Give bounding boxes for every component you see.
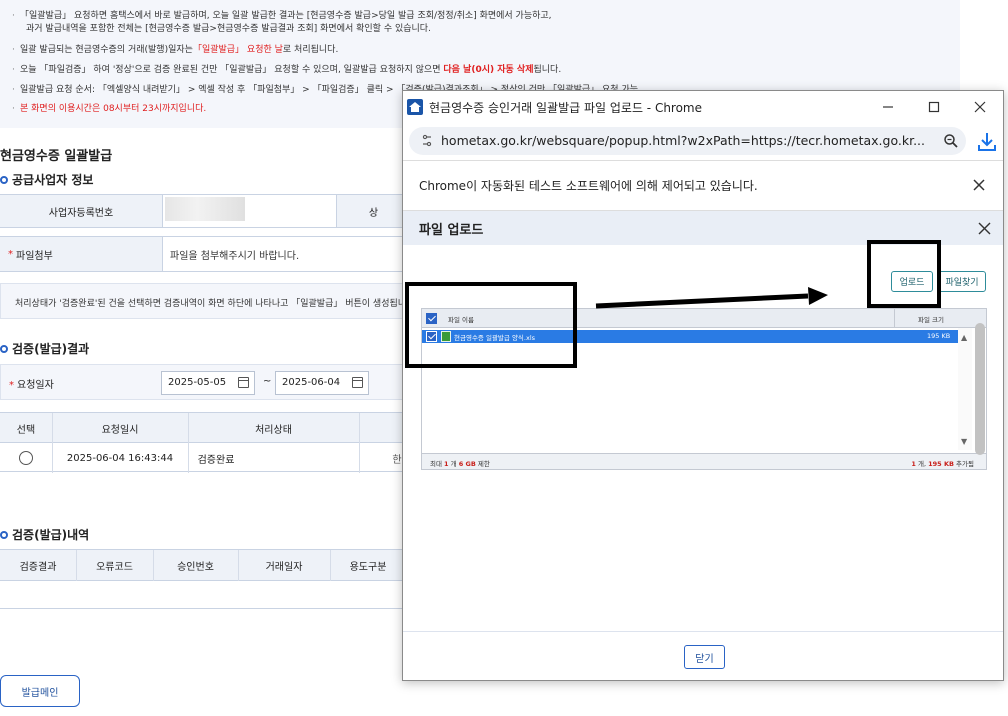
- section-bullet-icon: [0, 344, 8, 353]
- section-bullet-icon: [0, 530, 8, 539]
- col-trade-date: 거래일자: [265, 561, 303, 573]
- close-button[interactable]: 닫기: [684, 645, 725, 669]
- annotation-box-upload: [867, 240, 941, 308]
- detail-table: 검증결과 오류코드 승인번호 거래일자 용도구분: [0, 549, 410, 609]
- scroll-down-icon[interactable]: ▼: [961, 437, 967, 446]
- url-text: hometax.go.kr/websquare/popup.html?w2xPa…: [441, 133, 925, 148]
- window-title: 현금영수증 승인거래 일괄발급 파일 업로드 - Chrome: [429, 101, 703, 115]
- file-size: 195 KB: [927, 332, 951, 340]
- biz-no-value-redacted: [165, 197, 245, 221]
- row-request-time: 2025-06-04 16:43:44: [66, 452, 174, 464]
- biz-name-label: 상: [336, 195, 410, 227]
- dialog-scrollbar[interactable]: [975, 323, 985, 455]
- col-select: 선택: [16, 424, 36, 436]
- biz-no-label: 사업자등록번호: [0, 195, 163, 227]
- date-range-tilde: ~: [263, 376, 272, 387]
- scroll-up-icon[interactable]: ▲: [961, 333, 967, 342]
- dialog-close-icon[interactable]: [973, 217, 995, 239]
- file-attach-label: * 파일첨부: [0, 237, 163, 271]
- col-error-code: 오류코드: [96, 561, 133, 573]
- date-from-input[interactable]: 2025-05-05: [161, 371, 255, 395]
- col-purpose: 용도구분: [349, 561, 387, 573]
- site-info-icon[interactable]: [421, 127, 433, 155]
- section-supplier-title: 공급사업자 정보: [0, 171, 93, 188]
- calendar-icon[interactable]: [352, 377, 363, 388]
- dialog-footer: 닫기: [403, 631, 1003, 680]
- col-status: 처리상태: [255, 424, 292, 436]
- col-request-time: 요청일시: [101, 424, 139, 436]
- annotation-arrow-icon: [595, 287, 828, 309]
- notice-line-1: · 「일괄발급」 요청하면 홈택스에서 바로 발급하며, 오늘 일괄 발급한 결과…: [12, 11, 552, 21]
- status-note: 처리상태가 '검증완료'된 건을 선택하면 검증내역이 화면 하단에 나타나고 …: [0, 283, 410, 319]
- supplier-info-table: 사업자등록번호 상: [0, 194, 410, 228]
- annotation-box-file: [405, 282, 577, 368]
- col-file-size: 파일 크기: [918, 316, 944, 324]
- infobar-close-icon[interactable]: [967, 173, 991, 197]
- page-root: · 「일괄발급」 요청하면 홈택스에서 바로 발급하며, 오늘 일괄 발급한 결과…: [0, 0, 1008, 716]
- minimize-icon[interactable]: [871, 95, 905, 119]
- automation-infobar: Chrome이 자동화된 테스트 소프트웨어에 의해 제어되고 있습니다.: [403, 161, 1003, 211]
- date-to-input[interactable]: 2025-06-04: [275, 371, 369, 395]
- section-bullet-icon: [0, 175, 8, 184]
- url-field[interactable]: hometax.go.kr/websquare/popup.html?w2xPa…: [409, 127, 966, 155]
- hometax-app-icon: [407, 99, 423, 115]
- section-result-title: 검증(발급)결과: [0, 340, 89, 357]
- notice-line-4: · 오늘 「파일검증」 하여 '정상'으로 검증 완료된 건만 「일괄발급」 요청…: [12, 65, 562, 75]
- zoom-icon[interactable]: [943, 133, 959, 149]
- download-icon[interactable]: [976, 131, 998, 153]
- notice-line-2: 과거 발급내역을 포함한 전체는 [현금영수증 발급>현금영수증 발급결과 조회…: [26, 24, 431, 34]
- issue-main-button[interactable]: 발급메인: [0, 675, 80, 707]
- calendar-icon[interactable]: [238, 377, 249, 388]
- row-select-radio[interactable]: [19, 451, 33, 465]
- table-row[interactable]: [0, 443, 52, 473]
- find-file-button[interactable]: 파일찾기: [938, 271, 986, 292]
- upload-limit-text: 최대 1 개 6 GB 제한: [430, 460, 490, 468]
- file-attach-row: * 파일첨부 파일을 첨부해주시기 바랍니다.: [0, 236, 410, 272]
- window-titlebar: 현금영수증 승인거래 일괄발급 파일 업로드 - Chrome: [403, 91, 1003, 123]
- result-table: 선택 요청일시 처리상태 2025-06-04 16:43:44 검증완료 한: [0, 412, 410, 473]
- notice-line-6: · 본 화면의 이용시간은 08시부터 23시까지입니다.: [12, 104, 207, 114]
- automation-message: Chrome이 자동화된 테스트 소프트웨어에 의해 제어되고 있습니다.: [419, 179, 758, 193]
- page-title: 현금영수증 일괄발급: [0, 149, 113, 164]
- file-list-scrollbar[interactable]: [958, 328, 972, 450]
- col-approval-no: 승인번호: [177, 561, 214, 573]
- window-close-icon[interactable]: [963, 95, 997, 119]
- dialog-title: 파일 업로드: [419, 223, 484, 238]
- request-date-row: * 요청일자 2025-05-05 ~ 2025-06-04: [0, 364, 410, 400]
- request-date-label: * 요청일자: [9, 380, 54, 391]
- address-bar: hometax.go.kr/websquare/popup.html?w2xPa…: [403, 123, 1003, 161]
- added-files-text: 1 개, 195 KB 추가됨: [911, 460, 974, 468]
- file-attach-text: 파일을 첨부해주시기 바랍니다.: [170, 251, 300, 262]
- col-verify-result: 검증결과: [19, 561, 57, 573]
- upload-popup-window: 현금영수증 승인거래 일괄발급 파일 업로드 - Chrome hometax.…: [402, 90, 1004, 681]
- file-list-footer: 최대 1 개 6 GB 제한 1 개, 195 KB 추가됨: [422, 453, 986, 469]
- section-detail-title: 검증(발급)내역: [0, 526, 89, 543]
- maximize-icon[interactable]: [917, 95, 951, 119]
- notice-line-3: · 일괄 발급되는 현금영수증의 거래(발행)일자는「일괄발급」 요청한 날로 처…: [12, 45, 339, 55]
- row-status: 검증완료: [197, 454, 235, 466]
